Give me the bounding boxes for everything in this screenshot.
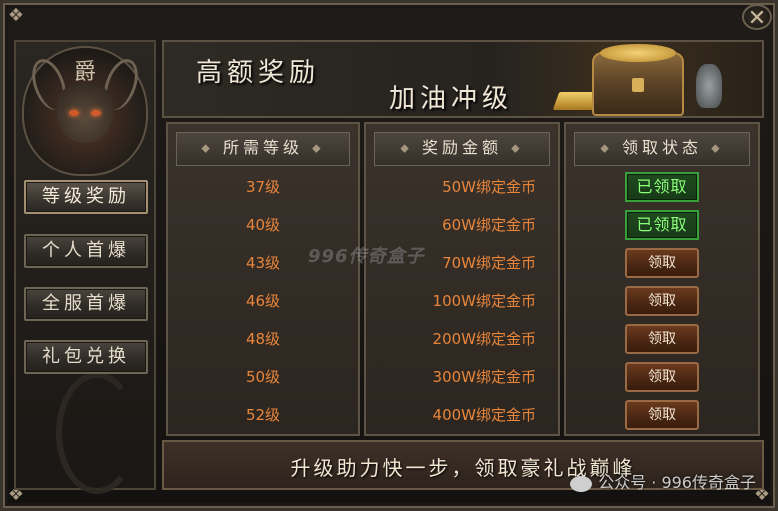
reward-cell: 200W绑定金币 — [432, 330, 536, 348]
reward-cell: 300W绑定金币 — [432, 368, 536, 386]
corner-ornament-icon: ❖ — [7, 5, 25, 26]
reward-cell: 60W绑定金币 — [442, 216, 536, 234]
level-cell: 40级 — [245, 216, 281, 234]
column-header-status: ◆ 领取状态 ◆ — [574, 132, 750, 166]
emblem-glyph: 爵 — [73, 60, 96, 85]
column-header-level: ◆ 所需等级 ◆ — [176, 132, 350, 166]
level-cell: 50级 — [245, 368, 281, 386]
watermark: 公众号 · 996传奇盒子 — [570, 469, 756, 493]
treasure-chest-icon — [592, 44, 684, 116]
reward-banner: 高额奖励 加油冲级 — [162, 40, 764, 118]
level-column: ◆ 所需等级 ◆ 37级 40级 43级 46级 48级 50级 52级 — [166, 122, 360, 436]
reward-cell: 100W绑定金币 — [432, 292, 536, 310]
claim-button[interactable]: 领取 — [625, 286, 699, 316]
sidebar-item-server-first-drop[interactable]: 全服首爆 — [24, 287, 148, 321]
level-cell: 48级 — [245, 330, 281, 348]
reward-column: ◆ 奖励金额 ◆ 50W绑定金币 60W绑定金币 70W绑定金币 100W绑定金… — [364, 122, 560, 436]
close-icon[interactable]: ✕ — [742, 4, 772, 31]
sidebar-item-personal-first-drop[interactable]: 个人首爆 — [24, 234, 148, 268]
level-cell: 46级 — [245, 292, 281, 310]
claim-button[interactable]: 领取 — [625, 248, 699, 278]
dragon-emblem-icon: 爵 — [22, 46, 148, 176]
serpent-decoration — [56, 372, 138, 494]
sidebar-item-level-rewards[interactable]: 等级奖励 — [24, 180, 148, 214]
reward-cell: 400W绑定金币 — [432, 406, 536, 424]
banner-title: 高额奖励 — [196, 58, 321, 88]
claimed-badge: 已领取 — [625, 172, 699, 202]
level-cell: 52级 — [245, 406, 281, 424]
claim-button[interactable]: 领取 — [625, 362, 699, 392]
vase-icon — [696, 64, 722, 108]
claim-button[interactable]: 领取 — [625, 324, 699, 354]
claimed-badge: 已领取 — [625, 210, 699, 240]
sidebar-item-gift-redeem[interactable]: 礼包兑换 — [24, 340, 148, 374]
level-cell: 37级 — [245, 178, 281, 196]
status-column: ◆ 领取状态 ◆ 已领取 已领取 领取 领取 领取 领取 领取 — [564, 122, 760, 436]
center-watermark: 996传奇盒子 — [308, 246, 425, 267]
column-header-reward: ◆ 奖励金额 ◆ — [374, 132, 550, 166]
reward-cell: 50W绑定金币 — [442, 178, 536, 196]
claim-button[interactable]: 领取 — [625, 400, 699, 430]
banner-subtitle: 加油冲级 — [389, 84, 514, 114]
wechat-icon — [570, 475, 593, 492]
